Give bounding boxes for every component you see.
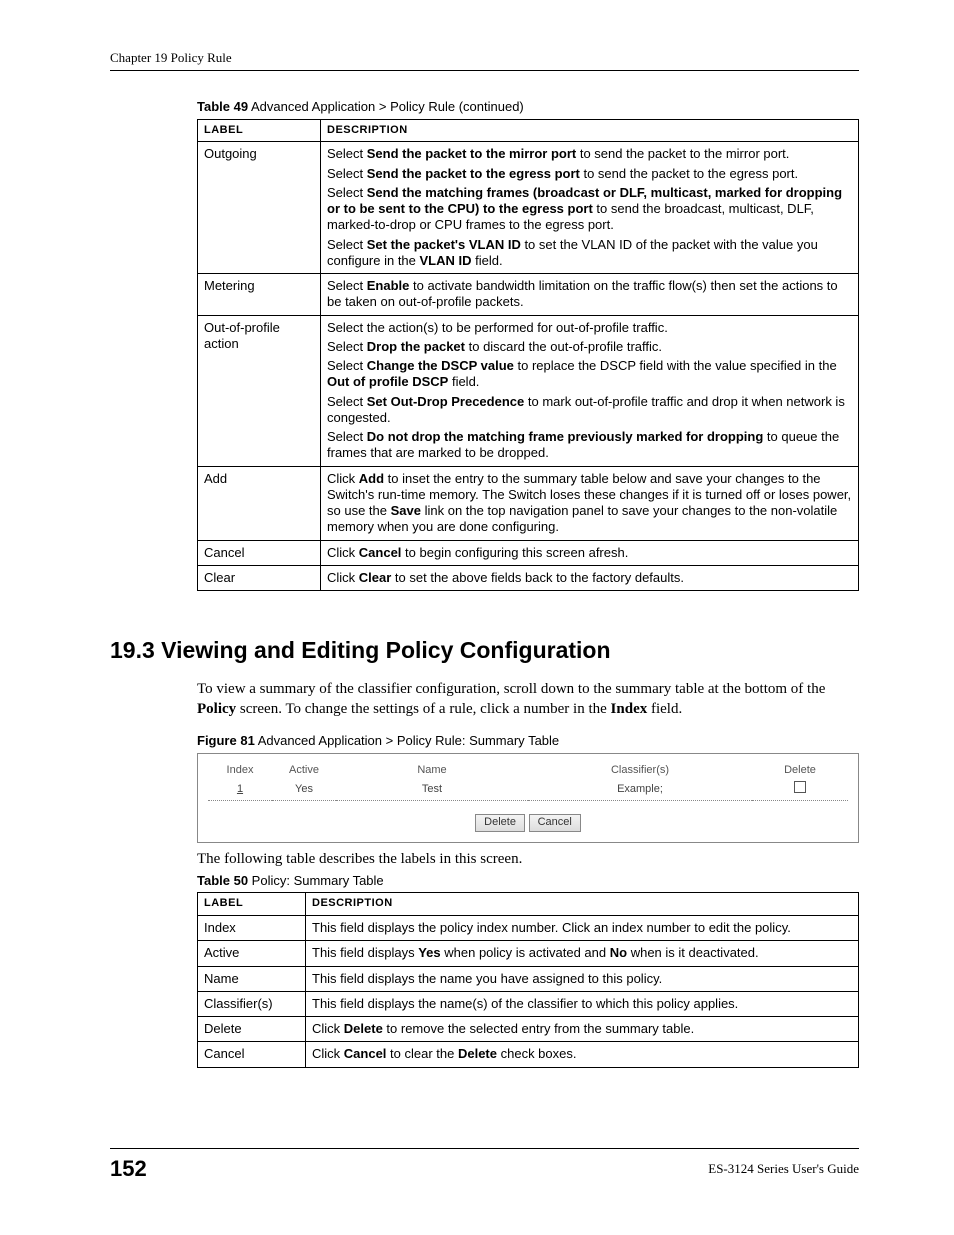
page-number: 152 [110, 1155, 147, 1183]
table-row: MeteringSelect Enable to activate bandwi… [198, 274, 859, 316]
desc-paragraph: This field displays the name(s) of the c… [312, 996, 852, 1012]
desc-paragraph: Click Add to inset the entry to the summ… [327, 471, 852, 536]
desc-paragraph: Click Clear to set the above fields back… [327, 570, 852, 586]
desc-cell: Select Enable to activate bandwidth limi… [321, 274, 859, 316]
sum-cell-index[interactable]: 1 [208, 779, 272, 800]
table49-head-desc: DESCRIPTION [321, 119, 859, 142]
desc-cell: Click Add to inset the entry to the summ… [321, 466, 859, 540]
figure81-caption: Figure 81 Advanced Application > Policy … [197, 733, 859, 749]
table49-head-label: LABEL [198, 119, 321, 142]
sum-head-classifiers: Classifier(s) [528, 762, 752, 780]
table50-head-label: LABEL [198, 893, 306, 916]
label-cell: Add [198, 466, 321, 540]
table-row: Active This field displays Yes when polic… [198, 941, 859, 966]
desc-paragraph: Select Send the packet to the egress por… [327, 166, 852, 182]
label-cell: Outgoing [198, 142, 321, 274]
table-row: Index This field displays the policy inde… [198, 916, 859, 941]
desc-cell: This field displays Yes when policy is a… [306, 941, 859, 966]
delete-button[interactable]: Delete [475, 814, 525, 832]
desc-cell: Click Clear to set the above fields back… [321, 565, 859, 590]
table-row: Classifier(s) This field displays the nam… [198, 991, 859, 1016]
header-rule [110, 70, 859, 71]
sum-head-name: Name [336, 762, 528, 780]
desc-paragraph: Select Set Out-Drop Precedence to mark o… [327, 394, 852, 427]
desc-paragraph: Click Cancel to begin configuring this s… [327, 545, 852, 561]
label-cell: Delete [198, 1017, 306, 1042]
desc-cell: This field displays the name(s) of the c… [306, 991, 859, 1016]
label-cell: Cancel [198, 1042, 306, 1067]
table-row: Cancel Click Cancel to begin configuring … [198, 540, 859, 565]
sum-cell-classifiers: Example; [528, 779, 752, 800]
summary-table: Index Active Name Classifier(s) Delete 1… [208, 762, 848, 802]
table-row: Clear Click Clear to set the above fields… [198, 565, 859, 590]
section-heading: 19.3 Viewing and Editing Policy Configur… [110, 636, 859, 665]
table49: LABEL DESCRIPTION OutgoingSelect Send th… [197, 119, 859, 592]
guide-title: ES-3124 Series User's Guide [708, 1161, 859, 1177]
desc-paragraph: Select Enable to activate bandwidth limi… [327, 278, 852, 311]
table50: LABEL DESCRIPTION Index This field displa… [197, 892, 859, 1067]
desc-cell: This field displays the name you have as… [306, 966, 859, 991]
desc-paragraph: Select Drop the packet to discard the ou… [327, 339, 852, 355]
desc-paragraph: This field displays the policy index num… [312, 920, 852, 936]
label-cell: Classifier(s) [198, 991, 306, 1016]
cancel-button[interactable]: Cancel [529, 814, 581, 832]
desc-paragraph: This field displays the name you have as… [312, 971, 852, 987]
desc-cell: Select Send the packet to the mirror por… [321, 142, 859, 274]
intro-paragraph: To view a summary of the classifier conf… [197, 679, 859, 720]
desc-paragraph: Click Cancel to clear the Delete check b… [312, 1046, 852, 1062]
desc-cell: Click Delete to remove the selected entr… [306, 1017, 859, 1042]
table50-head-desc: DESCRIPTION [306, 893, 859, 916]
table50-caption: Table 50 Policy: Summary Table [197, 873, 859, 889]
sum-head-index: Index [208, 762, 272, 780]
sum-cell-name: Test [336, 779, 528, 800]
desc-cell: Click Cancel to clear the Delete check b… [306, 1042, 859, 1067]
sum-cell-active: Yes [272, 779, 336, 800]
desc-paragraph: Select Send the packet to the mirror por… [327, 146, 852, 162]
label-cell: Name [198, 966, 306, 991]
desc-cell: Click Cancel to begin configuring this s… [321, 540, 859, 565]
desc-paragraph: Select Do not drop the matching frame pr… [327, 429, 852, 462]
label-cell: Clear [198, 565, 321, 590]
table-row: AddClick Add to inset the entry to the s… [198, 466, 859, 540]
after-figure-text: The following table describes the labels… [197, 849, 859, 869]
sum-head-active: Active [272, 762, 336, 780]
chapter-header: Chapter 19 Policy Rule [110, 50, 859, 66]
label-cell: Active [198, 941, 306, 966]
label-cell: Metering [198, 274, 321, 316]
sum-head-delete: Delete [752, 762, 848, 780]
desc-paragraph: Select Send the matching frames (broadca… [327, 185, 852, 234]
desc-paragraph: Select the action(s) to be performed for… [327, 320, 852, 336]
figure81-box: Index Active Name Classifier(s) Delete 1… [197, 753, 859, 843]
table-row: Out-of-profile action Select the action(s… [198, 315, 859, 466]
label-cell: Index [198, 916, 306, 941]
table49-caption: Table 49 Advanced Application > Policy R… [197, 99, 859, 115]
table-row: Outgoing Select Send the packet to the mi… [198, 142, 859, 274]
table-row: 1 Yes Test Example; [208, 779, 848, 800]
table-row: Delete Click Delete to remove the selecte… [198, 1017, 859, 1042]
desc-paragraph: Select Set the packet's VLAN ID to set t… [327, 237, 852, 270]
table-row: Cancel Click Cancel to clear the Delete c… [198, 1042, 859, 1067]
desc-paragraph: Click Delete to remove the selected entr… [312, 1021, 852, 1037]
desc-cell: Select the action(s) to be performed for… [321, 315, 859, 466]
desc-paragraph: This field displays Yes when policy is a… [312, 945, 852, 961]
table-row: Name This field displays the name you hav… [198, 966, 859, 991]
desc-cell: This field displays the policy index num… [306, 916, 859, 941]
delete-checkbox[interactable] [794, 781, 806, 793]
desc-paragraph: Select Change the DSCP value to replace … [327, 358, 852, 391]
label-cell: Out-of-profile action [198, 315, 321, 466]
label-cell: Cancel [198, 540, 321, 565]
footer-rule [110, 1148, 859, 1149]
